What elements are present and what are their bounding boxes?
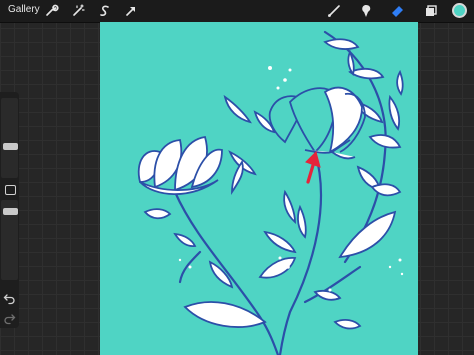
left-flower (137, 135, 223, 196)
brush-size-slider[interactable] (1, 98, 18, 178)
wrench-icon[interactable] (43, 3, 59, 19)
gallery-button[interactable]: Gallery (8, 4, 40, 15)
leaf (223, 94, 252, 124)
brush-icon[interactable] (326, 3, 342, 19)
top-toolbar: Gallery (0, 0, 474, 23)
layers-icon[interactable] (423, 3, 439, 19)
undo-icon[interactable] (3, 292, 16, 305)
leaf (370, 183, 402, 197)
leaf (258, 257, 297, 279)
drawing-canvas[interactable] (100, 22, 418, 355)
opacity-slider[interactable] (1, 200, 18, 280)
eraser-icon[interactable] (390, 3, 406, 19)
smudge-icon[interactable] (358, 3, 374, 19)
transform-arrow-icon[interactable] (123, 3, 139, 19)
leaf (173, 232, 197, 247)
leaf (333, 319, 362, 330)
leaf (338, 210, 397, 259)
leaf (368, 134, 402, 149)
center-flower-stem (278, 150, 323, 355)
left-sidebar (0, 92, 19, 328)
leaf (231, 159, 244, 195)
leaf (263, 230, 297, 254)
leaf (348, 67, 385, 80)
center-flower (268, 86, 366, 160)
leaf (297, 204, 307, 239)
flower-illustration (137, 30, 404, 355)
redo-icon[interactable] (3, 312, 16, 325)
magic-wand-icon[interactable] (70, 3, 86, 19)
leaf (283, 189, 296, 224)
leaf (388, 94, 401, 131)
opacity-thumb[interactable] (3, 208, 18, 215)
modify-button[interactable] (5, 185, 16, 195)
selection-icon[interactable] (97, 3, 113, 19)
color-picker-button[interactable] (452, 3, 467, 18)
leaf (396, 69, 404, 96)
leaf (323, 38, 360, 50)
leaf (313, 289, 342, 301)
leaf (143, 208, 172, 220)
brush-size-thumb[interactable] (3, 143, 18, 150)
